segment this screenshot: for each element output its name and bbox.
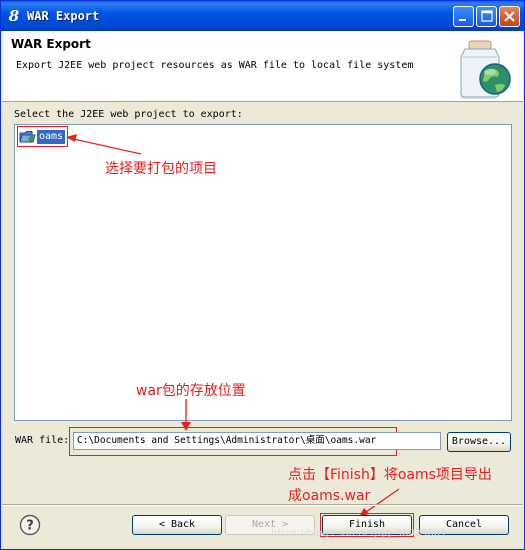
header-title: WAR Export xyxy=(11,37,91,51)
button-bar-separator xyxy=(2,504,523,506)
jar-export-globe-icon xyxy=(459,40,511,99)
maximize-button[interactable] xyxy=(476,6,497,27)
war-file-input[interactable]: C:\Documents and Settings\Administrator\… xyxy=(73,432,441,450)
minimize-button[interactable] xyxy=(453,6,474,27)
war-file-label: WAR file: xyxy=(15,435,70,446)
maximize-icon xyxy=(481,10,493,22)
annotation-select-project: 选择要打包的项目 xyxy=(105,161,217,177)
select-project-label: Select the J2EE web project to export: xyxy=(14,109,243,120)
header-description: Export J2EE web project resources as WAR… xyxy=(16,60,414,71)
project-tree[interactable]: oams xyxy=(14,124,512,421)
close-icon xyxy=(504,11,515,22)
eclipse-app-icon: 8 xyxy=(8,7,20,25)
minimize-icon xyxy=(459,19,466,21)
wizard-header: WAR Export Export J2EE web project resou… xyxy=(2,31,523,102)
watermark: https://blog.csdn.net/qq_36029801 xyxy=(271,528,447,539)
help-icon[interactable]: ? xyxy=(19,514,41,536)
browse-button[interactable]: Browse... xyxy=(447,432,511,452)
title-bar[interactable]: 8 WAR Export xyxy=(1,1,524,31)
close-button[interactable] xyxy=(499,6,520,27)
annotation-finish-line1: 点击【Finish】将oams项目导出 xyxy=(288,467,492,483)
svg-text:?: ? xyxy=(26,519,34,534)
window-title: WAR Export xyxy=(27,9,100,23)
war-export-dialog: 8 WAR Export WAR Export Export J2EE web … xyxy=(0,0,525,550)
back-button[interactable]: < Back xyxy=(132,515,222,535)
